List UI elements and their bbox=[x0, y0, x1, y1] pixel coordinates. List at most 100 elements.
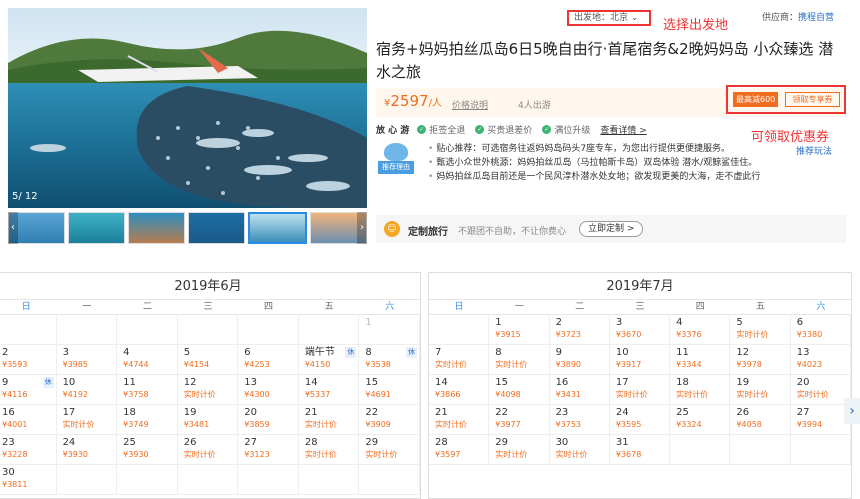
day-number: 10 bbox=[615, 347, 629, 358]
calendar-day[interactable]: 15 ¥4098 bbox=[489, 375, 550, 405]
calendar-day[interactable]: 26 ¥4058 bbox=[730, 405, 791, 435]
calendar-day[interactable]: 10 ¥4192 bbox=[56, 375, 118, 405]
calendar-day[interactable]: 21 实时计价 bbox=[429, 405, 490, 435]
calendar-day[interactable]: 29 实时计价 bbox=[359, 435, 420, 465]
calendar-day[interactable]: 25 ¥3324 bbox=[670, 405, 731, 435]
calendar-day[interactable]: 13 ¥4300 bbox=[238, 375, 299, 405]
thumbnail[interactable] bbox=[128, 212, 185, 244]
calendar-day[interactable]: 1 ¥3915 bbox=[489, 315, 550, 345]
calendar-empty-cell bbox=[298, 465, 360, 495]
day-number: 13 bbox=[796, 347, 810, 358]
calendar-day[interactable]: 16 ¥3431 bbox=[549, 375, 610, 405]
calendar-day[interactable]: 6 ¥4253 bbox=[238, 345, 299, 375]
calendar-day[interactable]: 端午节 ¥4150 休 bbox=[298, 345, 360, 375]
calendar-day[interactable]: 18 实时计价 bbox=[670, 375, 731, 405]
day-number: 22 bbox=[365, 407, 379, 418]
calendar-day[interactable]: 26 实时计价 bbox=[177, 435, 239, 465]
calendar-day[interactable]: 22 ¥3977 bbox=[489, 405, 550, 435]
weekday-label: 二 bbox=[575, 302, 585, 312]
custom-travel-button[interactable]: 立即定制 > bbox=[579, 221, 644, 237]
calendar-day[interactable]: 15 ¥4691 bbox=[359, 375, 420, 405]
calendar-day[interactable]: 11 ¥3758 bbox=[117, 375, 178, 405]
calendar-day[interactable]: 1 bbox=[359, 315, 420, 345]
calendar-grid: 1 2 ¥3593 3 ¥3985 4 ¥4744 5 ¥4154 6 ¥4253 端午节 ¥4150 休… bbox=[0, 315, 420, 495]
calendar-day[interactable]: 24 ¥3930 bbox=[56, 435, 118, 465]
price-unit: /人 bbox=[428, 98, 442, 109]
weekday-label: 四 bbox=[264, 302, 274, 312]
price-explain-link[interactable]: 价格说明 bbox=[452, 98, 488, 111]
day-number: 16 bbox=[2, 407, 15, 418]
thumb-prev-arrow[interactable]: ‹ bbox=[8, 212, 18, 244]
calendar-day[interactable]: 29 实时计价 bbox=[489, 435, 550, 465]
day-price: ¥4023 bbox=[796, 360, 823, 369]
calendar-day[interactable]: 14 ¥3866 bbox=[429, 375, 490, 405]
calendar-day[interactable]: 8 ¥3538 休 bbox=[359, 345, 420, 375]
thumbnail[interactable] bbox=[188, 212, 245, 244]
next-month-arrow[interactable]: › bbox=[844, 398, 860, 424]
calendar-day[interactable]: 14 ¥5337 bbox=[298, 375, 360, 405]
get-coupon-button[interactable]: 领取专享券 bbox=[785, 92, 840, 107]
calendar-day[interactable]: 10 ¥3917 bbox=[609, 345, 671, 375]
day-price: ¥3758 bbox=[123, 390, 149, 399]
supplier-link[interactable]: 携程自营 bbox=[798, 13, 834, 23]
people-count: 4人出游 bbox=[518, 101, 551, 111]
weekday-label: 五 bbox=[324, 302, 334, 312]
thumbnail[interactable] bbox=[68, 212, 125, 244]
calendar-day[interactable]: 6 ¥3380 bbox=[790, 315, 851, 345]
calendar-day[interactable]: 22 ¥3909 bbox=[359, 405, 420, 435]
calendar-day[interactable]: 20 实时计价 bbox=[790, 375, 851, 405]
calendar-day[interactable]: 23 ¥3228 bbox=[0, 435, 57, 465]
thumbnail-active[interactable] bbox=[248, 212, 307, 244]
calendar-day[interactable]: 5 实时计价 bbox=[730, 315, 791, 345]
day-price: ¥3380 bbox=[796, 330, 823, 339]
calendar-day[interactable]: 12 实时计价 bbox=[177, 375, 239, 405]
calendar-day[interactable]: 27 ¥3994 bbox=[790, 405, 851, 435]
calendar-day[interactable]: 9 ¥4116 休 bbox=[0, 375, 57, 405]
calendar-day[interactable]: 5 ¥4154 bbox=[177, 345, 239, 375]
day-number: 15 bbox=[365, 377, 379, 388]
day-price: ¥3930 bbox=[123, 450, 149, 459]
weekday-label: 六 bbox=[385, 302, 395, 312]
weekday-label: 一 bbox=[514, 302, 524, 312]
calendar-day[interactable]: 24 ¥3595 bbox=[609, 405, 671, 435]
calendar-day[interactable]: 28 ¥3597 bbox=[429, 435, 490, 465]
calendar-day[interactable]: 20 ¥3859 bbox=[238, 405, 299, 435]
calendar-day[interactable]: 19 ¥3481 bbox=[177, 405, 239, 435]
main-photo[interactable]: 5/ 12 bbox=[8, 8, 367, 208]
day-price: ¥3977 bbox=[495, 420, 521, 429]
calendar-day[interactable]: 16 ¥4001 bbox=[0, 405, 57, 435]
calendar-day[interactable]: 25 ¥3930 bbox=[117, 435, 178, 465]
guarantee-detail-link[interactable]: 查看详情 > bbox=[600, 123, 646, 136]
calendar-day[interactable]: 12 ¥3978 bbox=[730, 345, 791, 375]
thumb-next-arrow[interactable]: › bbox=[357, 212, 367, 244]
calendar-day[interactable]: 28 实时计价 bbox=[298, 435, 360, 465]
calendar-day[interactable]: 30 实时计价 bbox=[549, 435, 610, 465]
calendar-day[interactable]: 4 ¥4744 bbox=[117, 345, 178, 375]
calendar-day[interactable]: 9 ¥3890 bbox=[549, 345, 610, 375]
calendar-day[interactable]: 30 ¥3811 bbox=[0, 465, 57, 495]
day-number: 19 bbox=[183, 407, 197, 418]
calendar-day[interactable]: 2 ¥3593 bbox=[0, 345, 57, 375]
calendar-day[interactable]: 7 实时计价 bbox=[429, 345, 490, 375]
day-number: 4 bbox=[123, 347, 130, 358]
recommend-more-link[interactable]: 推荐玩法 bbox=[796, 144, 832, 157]
calendar-day[interactable]: 8 实时计价 bbox=[489, 345, 550, 375]
calendar-day[interactable]: 3 ¥3985 bbox=[56, 345, 118, 375]
calendar-day[interactable]: 19 实时计价 bbox=[730, 375, 791, 405]
calendar-day[interactable]: 18 ¥3749 bbox=[117, 405, 178, 435]
day-number: 28 bbox=[304, 437, 318, 448]
calendar-day[interactable]: 11 ¥3344 bbox=[670, 345, 731, 375]
calendar-day[interactable]: 23 ¥3753 bbox=[549, 405, 610, 435]
calendar-day[interactable]: 3 ¥3670 bbox=[609, 315, 671, 345]
calendar-day[interactable]: 4 ¥3376 bbox=[670, 315, 731, 345]
calendar-empty-cell bbox=[730, 435, 791, 465]
list-item: 妈妈拍丝瓜岛目前还是一个民风淳朴潜水处女地；欲发现更美的大海，走不虚此行 bbox=[428, 170, 808, 184]
calendar-day[interactable]: 31 ¥3678 bbox=[609, 435, 671, 465]
departure-city-select[interactable]: 出发地：北京 ⌄ bbox=[567, 10, 651, 26]
calendar-day[interactable]: 17 实时计价 bbox=[56, 405, 118, 435]
calendar-day[interactable]: 13 ¥4023 bbox=[790, 345, 851, 375]
calendar-day[interactable]: 27 ¥3123 bbox=[238, 435, 299, 465]
calendar-day[interactable]: 17 实时计价 bbox=[609, 375, 671, 405]
calendar-day[interactable]: 2 ¥3723 bbox=[549, 315, 610, 345]
calendar-day[interactable]: 21 实时计价 bbox=[298, 405, 360, 435]
